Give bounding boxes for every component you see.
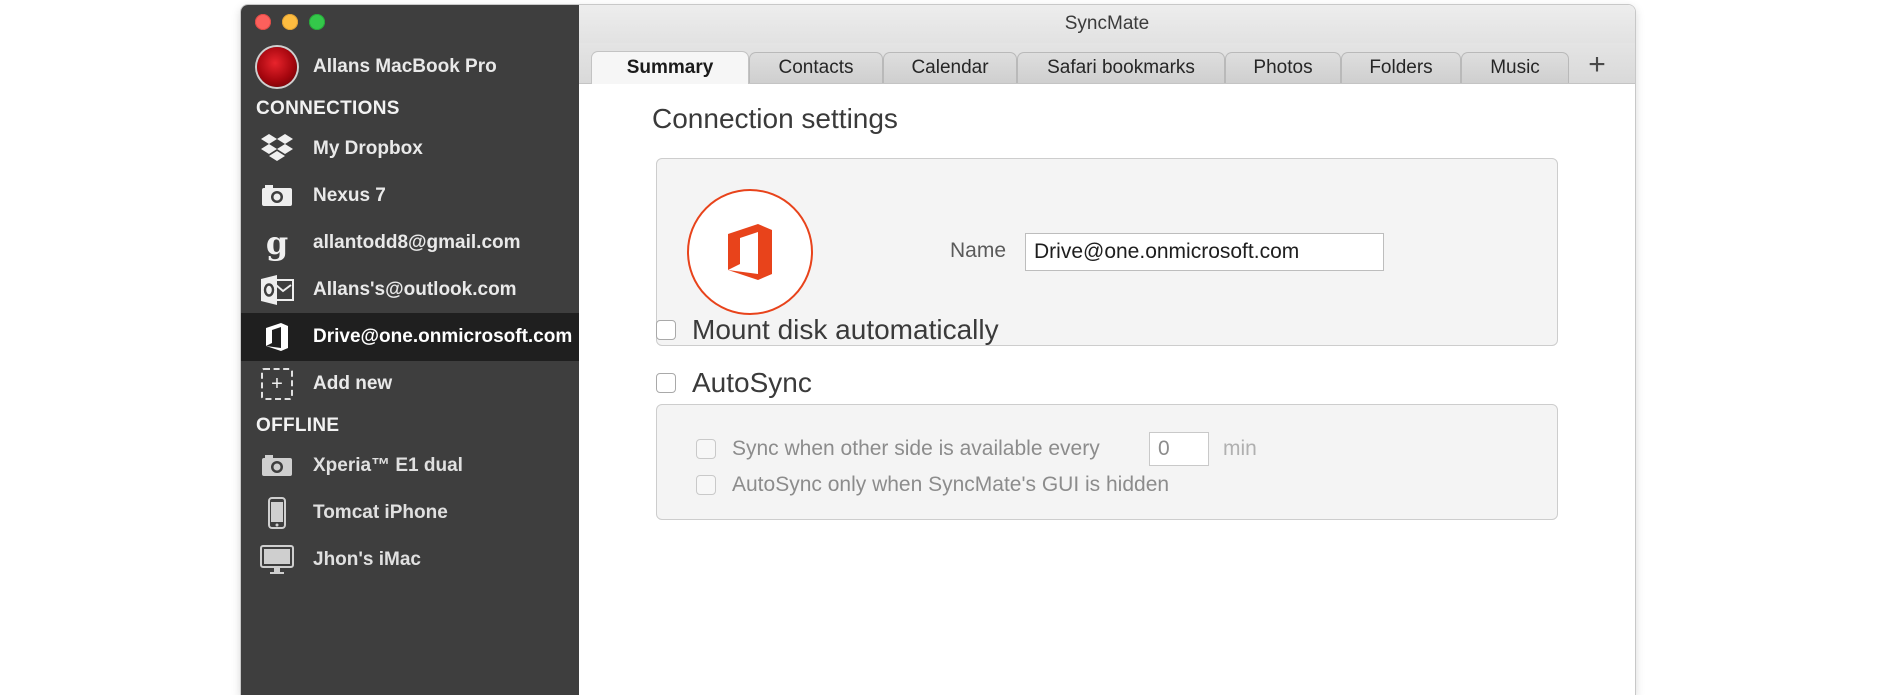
- window-title: SyncMate: [579, 5, 1635, 43]
- sidebar-item-xperia[interactable]: Xperia™ E1 dual: [241, 442, 579, 490]
- gui-hidden-option[interactable]: AutoSync only when SyncMate's GUI is hid…: [696, 473, 1169, 497]
- mount-disk-label: Mount disk automatically: [692, 314, 999, 345]
- outlook-icon: [255, 268, 299, 312]
- sidebar: Allans MacBook Pro CONNECTIONS My Dropbo…: [241, 5, 579, 695]
- sync-every-label: Sync when other side is available every: [732, 437, 1100, 460]
- camera-icon: [255, 444, 299, 488]
- connections-header: CONNECTIONS: [256, 98, 400, 119]
- tab-music[interactable]: Music: [1461, 52, 1569, 83]
- mount-disk-option[interactable]: Mount disk automatically: [656, 314, 999, 346]
- office-icon: [255, 315, 299, 359]
- tab-contacts[interactable]: Contacts: [749, 52, 883, 83]
- tab-safari-bookmarks[interactable]: Safari bookmarks: [1017, 52, 1225, 83]
- sidebar-item-label: Allans's@outlook.com: [313, 279, 517, 300]
- autosync-option[interactable]: AutoSync: [656, 367, 812, 399]
- add-tab-button[interactable]: +: [1581, 48, 1613, 81]
- sidebar-item-dropbox[interactable]: My Dropbox: [241, 125, 579, 173]
- name-field[interactable]: [1025, 233, 1384, 271]
- sidebar-item-label: Xperia™ E1 dual: [313, 455, 463, 476]
- window-controls: [255, 14, 325, 30]
- zoom-window-button[interactable]: [309, 14, 325, 30]
- mount-disk-checkbox[interactable]: [656, 320, 676, 340]
- add-icon: +: [255, 362, 299, 406]
- sidebar-item-add-new[interactable]: + Add new: [241, 360, 579, 408]
- sidebar-item-label: Tomcat iPhone: [313, 502, 448, 523]
- tab-photos[interactable]: Photos: [1225, 52, 1341, 83]
- sidebar-item-label: allantodd8@gmail.com: [313, 232, 521, 253]
- close-window-button[interactable]: [255, 14, 271, 30]
- sidebar-item-office365[interactable]: Drive@one.onmicrosoft.com: [241, 313, 579, 361]
- sidebar-item-label: Nexus 7: [313, 185, 386, 206]
- imac-icon: [255, 538, 299, 582]
- iphone-icon: [255, 491, 299, 535]
- tab-folders[interactable]: Folders: [1341, 52, 1461, 83]
- sidebar-item-label: Jhon's iMac: [313, 549, 421, 570]
- sync-every-checkbox[interactable]: [696, 439, 716, 459]
- tab-bar: Summary Contacts Calendar Safari bookmar…: [579, 43, 1635, 84]
- google-icon: g: [265, 224, 289, 262]
- autosync-options-box: Sync when other side is available every …: [656, 404, 1558, 520]
- sidebar-item-jhons-imac[interactable]: Jhon's iMac: [241, 536, 579, 584]
- connection-settings-title: Connection settings: [652, 103, 898, 134]
- sidebar-item-label: My Dropbox: [313, 138, 423, 159]
- offline-header: OFFLINE: [256, 415, 340, 436]
- tab-summary[interactable]: Summary: [591, 51, 749, 84]
- sidebar-item-macbook[interactable]: Allans MacBook Pro: [241, 43, 579, 91]
- sidebar-item-label: Allans MacBook Pro: [313, 56, 497, 77]
- camera-icon: [255, 174, 299, 218]
- sidebar-item-nexus[interactable]: Nexus 7: [241, 172, 579, 220]
- office365-logo-icon: [687, 189, 813, 315]
- sidebar-item-outlook[interactable]: Allans's@outlook.com: [241, 266, 579, 314]
- autosync-label: AutoSync: [692, 367, 812, 398]
- tab-calendar[interactable]: Calendar: [883, 52, 1017, 83]
- name-label: Name: [950, 239, 1007, 262]
- autosync-checkbox[interactable]: [656, 373, 676, 393]
- summary-content: Connection settings Name Mount disk auto…: [579, 84, 1635, 695]
- main-panel: SyncMate Summary Contacts Calendar Safar…: [579, 5, 1635, 695]
- sync-every-option[interactable]: Sync when other side is available every: [696, 437, 1100, 461]
- sidebar-item-label: Add new: [313, 373, 393, 394]
- gui-hidden-checkbox[interactable]: [696, 475, 716, 495]
- sync-interval-input[interactable]: [1149, 432, 1209, 466]
- sidebar-item-gmail[interactable]: g allantodd8@gmail.com: [241, 219, 579, 267]
- avatar-icon: [255, 45, 299, 89]
- minimize-window-button[interactable]: [282, 14, 298, 30]
- sidebar-item-tomcat-iphone[interactable]: Tomcat iPhone: [241, 489, 579, 537]
- syncmate-window: Allans MacBook Pro CONNECTIONS My Dropbo…: [241, 5, 1635, 695]
- sidebar-item-label: Drive@one.onmicrosoft.com: [313, 326, 573, 347]
- sync-interval-unit: min: [1223, 437, 1257, 460]
- dropbox-icon: [255, 127, 299, 171]
- gui-hidden-label: AutoSync only when SyncMate's GUI is hid…: [732, 473, 1170, 496]
